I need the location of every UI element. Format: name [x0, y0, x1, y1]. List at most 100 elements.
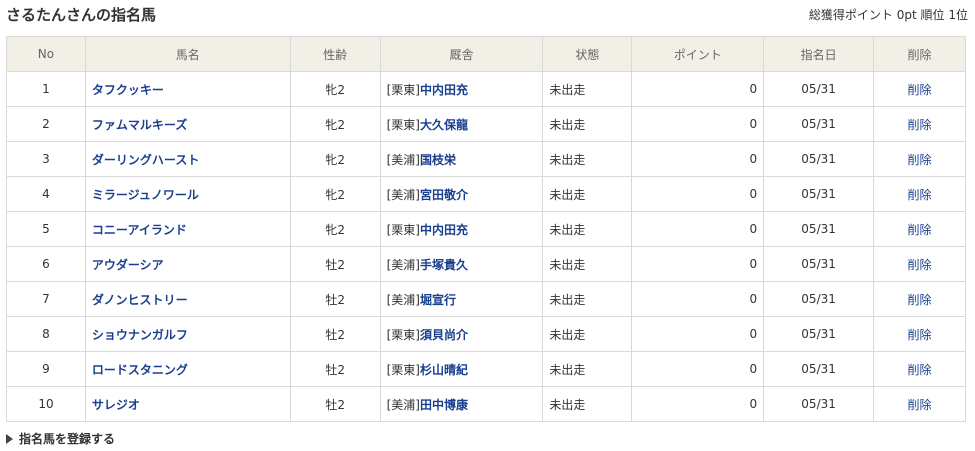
delete-link[interactable]: 削除 — [908, 398, 932, 412]
table-row: 9 ロードスタニング 牡2 [栗東]杉山晴紀 未出走 0 05/31 削除 — [6, 351, 966, 387]
stable-cell: [美浦]堀宣行 — [379, 281, 544, 317]
delete-cell: 削除 — [873, 106, 966, 142]
trainer-link[interactable]: 宮田敬介 — [420, 188, 468, 202]
triangle-right-icon — [6, 433, 13, 444]
delete-cell: 削除 — [873, 176, 966, 212]
delete-link[interactable]: 削除 — [908, 188, 932, 202]
trainer-link[interactable]: 中内田充 — [420, 83, 468, 97]
sex-age: 牡2 — [289, 246, 381, 282]
race-status: 未出走 — [542, 281, 633, 317]
horse-name-link[interactable]: アウダーシア — [92, 258, 164, 272]
delete-link[interactable]: 削除 — [908, 258, 932, 272]
horse-name-link[interactable]: ファムマルキーズ — [92, 118, 187, 132]
delete-link[interactable]: 削除 — [908, 153, 932, 167]
sex-age: 牡2 — [289, 316, 381, 352]
table-row: 7 ダノンヒストリー 牡2 [美浦]堀宣行 未出走 0 05/31 削除 — [6, 281, 966, 317]
table-row: 4 ミラージュノワール 牝2 [美浦]宮田敬介 未出走 0 05/31 削除 — [6, 176, 966, 212]
trainer-link[interactable]: 国枝栄 — [420, 153, 456, 167]
stable-region: [美浦] — [386, 152, 420, 167]
trainer-link[interactable]: 杉山晴紀 — [420, 363, 468, 377]
stable-region: [栗東] — [386, 117, 420, 132]
horse-name-cell: タフクッキー — [84, 71, 291, 107]
table-row: 2 ファムマルキーズ 牝2 [栗東]大久保龍 未出走 0 05/31 削除 — [6, 106, 966, 142]
total-points-label: 総獲得ポイント — [808, 8, 893, 22]
trainer-link[interactable]: 大久保龍 — [420, 118, 468, 132]
horse-name-cell: ミラージュノワール — [84, 176, 291, 212]
horse-points: 0 — [631, 106, 765, 142]
rank-value: 1位 — [948, 8, 968, 22]
nomination-date: 05/31 — [763, 281, 875, 317]
nomination-date: 05/31 — [763, 176, 875, 212]
delete-link[interactable]: 削除 — [908, 293, 932, 307]
race-status: 未出走 — [542, 176, 633, 212]
nomination-date: 05/31 — [763, 71, 875, 107]
horse-name-cell: ダーリングハースト — [84, 141, 291, 177]
row-number: 5 — [6, 211, 86, 247]
nomination-date: 05/31 — [763, 211, 875, 247]
delete-cell: 削除 — [873, 316, 966, 352]
delete-cell: 削除 — [873, 246, 966, 282]
trainer-link[interactable]: 手塚貴久 — [420, 258, 468, 272]
trainer-link[interactable]: 田中博康 — [420, 398, 468, 412]
register-horse-link[interactable]: 指名馬を登録する — [19, 430, 115, 447]
sex-age: 牡2 — [289, 386, 381, 422]
horse-points: 0 — [631, 211, 765, 247]
sex-age: 牝2 — [289, 141, 381, 177]
column-header-name: 馬名 — [84, 36, 291, 72]
delete-link[interactable]: 削除 — [908, 118, 932, 132]
row-number: 1 — [6, 71, 86, 107]
race-status: 未出走 — [542, 351, 633, 387]
race-status: 未出走 — [542, 316, 633, 352]
stable-cell: [美浦]田中博康 — [379, 386, 544, 422]
trainer-link[interactable]: 中内田充 — [420, 223, 468, 237]
horse-name-link[interactable]: ダーリングハースト — [92, 153, 199, 167]
trainer-link[interactable]: 堀宣行 — [420, 293, 456, 307]
delete-cell: 削除 — [873, 386, 966, 422]
register-horse-link-row[interactable]: 指名馬を登録する — [6, 430, 115, 447]
delete-link[interactable]: 削除 — [908, 363, 932, 377]
horse-name-link[interactable]: ロードスタニング — [92, 363, 188, 377]
table-row: 10 サレジオ 牡2 [美浦]田中博康 未出走 0 05/31 削除 — [6, 386, 966, 422]
total-points-value: 0pt — [896, 8, 917, 22]
row-number: 7 — [6, 281, 86, 317]
stable-cell: [栗東]大久保龍 — [379, 106, 544, 142]
horse-name-cell: ショウナンガルフ — [84, 316, 291, 352]
stable-cell: [栗東]中内田充 — [379, 71, 544, 107]
trainer-link[interactable]: 須貝尚介 — [420, 328, 468, 342]
delete-link[interactable]: 削除 — [908, 223, 932, 237]
stable-region: [美浦] — [386, 187, 420, 202]
race-status: 未出走 — [542, 211, 633, 247]
delete-link[interactable]: 削除 — [908, 328, 932, 342]
horse-name-link[interactable]: ショウナンガルフ — [92, 328, 188, 342]
horse-name-link[interactable]: タフクッキー — [92, 83, 164, 97]
horse-name-link[interactable]: サレジオ — [92, 398, 140, 412]
stable-cell: [美浦]国枝栄 — [379, 141, 544, 177]
delete-cell: 削除 — [873, 351, 966, 387]
table-row: 5 コニーアイランド 牝2 [栗東]中内田充 未出走 0 05/31 削除 — [6, 211, 966, 247]
horse-points: 0 — [631, 71, 765, 107]
row-number: 8 — [6, 316, 86, 352]
row-number: 9 — [6, 351, 86, 387]
horse-name-link[interactable]: ミラージュノワール — [92, 188, 199, 202]
race-status: 未出走 — [542, 141, 633, 177]
stable-cell: [栗東]須貝尚介 — [379, 316, 544, 352]
rank-label: 順位 — [920, 8, 945, 22]
horse-name-cell: ダノンヒストリー — [84, 281, 291, 317]
stable-region: [栗東] — [386, 82, 420, 97]
row-number: 3 — [6, 141, 86, 177]
nomination-date: 05/31 — [763, 106, 875, 142]
table-row: 8 ショウナンガルフ 牡2 [栗東]須貝尚介 未出走 0 05/31 削除 — [6, 316, 966, 352]
stable-region: [美浦] — [386, 257, 420, 272]
sex-age: 牡2 — [289, 281, 381, 317]
delete-link[interactable]: 削除 — [908, 83, 932, 97]
stable-cell: [栗東]杉山晴紀 — [379, 351, 544, 387]
page-title: さるたんさんの指名馬 — [6, 6, 157, 24]
sex-age: 牝2 — [289, 106, 381, 142]
stable-cell: [美浦]手塚貴久 — [379, 246, 544, 282]
column-header-point: ポイント — [631, 36, 765, 72]
column-header-stable: 厩舎 — [379, 36, 544, 72]
stable-cell: [栗東]中内田充 — [379, 211, 544, 247]
sex-age: 牝2 — [289, 176, 381, 212]
horse-name-link[interactable]: コニーアイランド — [92, 223, 187, 237]
horse-name-link[interactable]: ダノンヒストリー — [92, 293, 188, 307]
